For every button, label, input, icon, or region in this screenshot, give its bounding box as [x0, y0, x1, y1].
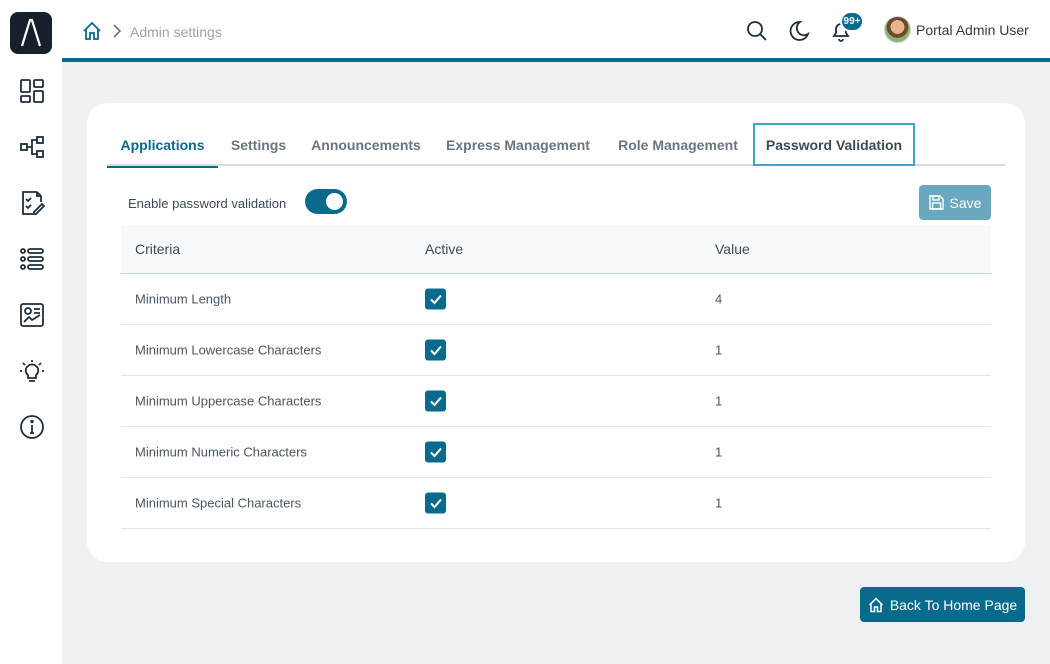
active-checkbox[interactable] — [425, 492, 446, 514]
breadcrumb: Admin settings — [130, 24, 222, 40]
column-header-active: Active — [425, 241, 464, 257]
tab-applications[interactable]: Applications — [107, 123, 218, 168]
tab-settings[interactable]: Settings — [218, 123, 299, 166]
active-checkbox[interactable] — [425, 441, 446, 463]
table-header: Criteria Active Value — [121, 225, 991, 274]
settings-card: Applications Settings Announcements Expr… — [87, 103, 1025, 562]
value-cell: 1 — [715, 342, 723, 358]
chevron-right-icon — [113, 24, 122, 38]
check-icon — [429, 294, 442, 304]
table-row: Minimum Uppercase Characters 1 — [121, 376, 991, 427]
avatar[interactable] — [884, 16, 911, 43]
tab-bar: Applications Settings Announcements Expr… — [107, 123, 1005, 168]
notification-badge: 99+ — [840, 11, 864, 32]
home-icon — [868, 596, 883, 612]
tab-role-management[interactable]: Role Management — [603, 123, 753, 166]
checklist-icon[interactable] — [18, 189, 46, 217]
save-label: Save — [949, 194, 982, 211]
active-checkbox[interactable] — [425, 390, 446, 412]
active-checkbox[interactable] — [425, 288, 446, 310]
criteria-cell: Minimum Uppercase Characters — [135, 393, 322, 409]
table-row: Minimum Numeric Characters 1 — [121, 427, 991, 478]
back-to-home-button[interactable]: Back To Home Page — [860, 587, 1025, 622]
value-cell: 1 — [715, 495, 723, 511]
active-checkbox[interactable] — [425, 339, 446, 361]
criteria-cell: Minimum Length — [135, 291, 232, 307]
top-header: Admin settings 99+ Portal Admin User — [62, 0, 1050, 62]
table-row: Minimum Lowercase Characters 1 — [121, 325, 991, 376]
workflow-icon[interactable] — [18, 133, 46, 161]
table-row: Minimum Special Characters 1 — [121, 478, 991, 529]
sidebar — [0, 0, 62, 664]
info-icon[interactable] — [18, 413, 46, 441]
back-label: Back To Home Page — [889, 596, 1018, 613]
user-name[interactable]: Portal Admin User — [916, 22, 1029, 38]
tab-announcements[interactable]: Announcements — [299, 123, 433, 166]
criteria-cell: Minimum Lowercase Characters — [135, 342, 322, 358]
logo-icon — [20, 18, 42, 47]
toggle-knob — [326, 193, 343, 210]
check-icon — [429, 345, 442, 355]
home-icon[interactable] — [82, 21, 102, 41]
report-icon[interactable] — [18, 301, 46, 329]
search-icon[interactable] — [746, 20, 768, 42]
column-header-criteria: Criteria — [135, 241, 181, 257]
app-logo[interactable] — [10, 12, 52, 54]
criteria-table: Criteria Active Value Minimum Length 4 M… — [121, 225, 991, 529]
criteria-cell: Minimum Numeric Characters — [135, 444, 307, 460]
lightbulb-icon[interactable] — [18, 357, 46, 385]
tab-express-management[interactable]: Express Management — [433, 123, 603, 166]
check-icon — [429, 396, 442, 406]
toggle-label: Enable password validation — [128, 196, 287, 211]
value-cell: 4 — [715, 291, 723, 307]
password-validation-toggle[interactable] — [305, 189, 347, 214]
dashboard-icon[interactable] — [18, 77, 46, 105]
value-cell: 1 — [715, 393, 723, 409]
value-cell: 1 — [715, 444, 723, 460]
list-icon[interactable] — [18, 245, 46, 273]
column-header-value: Value — [715, 241, 750, 257]
floppy-disk-icon — [928, 195, 944, 210]
table-row: Minimum Length 4 — [121, 274, 991, 325]
dark-mode-icon[interactable] — [788, 20, 810, 42]
tab-password-validation[interactable]: Password Validation — [753, 123, 915, 166]
save-button[interactable]: Save — [919, 185, 991, 220]
criteria-cell: Minimum Special Characters — [135, 495, 302, 511]
check-icon — [429, 447, 442, 457]
check-icon — [429, 498, 442, 508]
